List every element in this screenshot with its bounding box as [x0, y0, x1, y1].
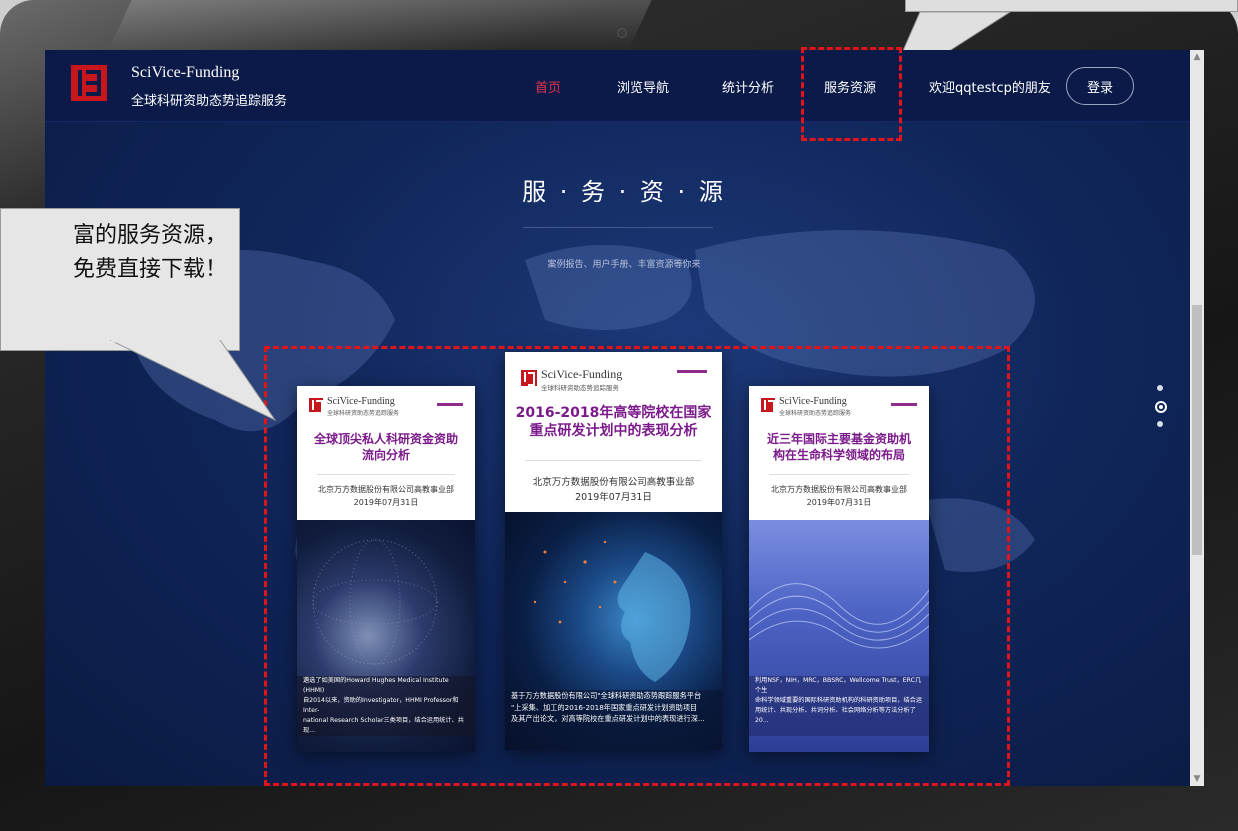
login-button[interactable]: 登录 — [1066, 67, 1134, 105]
brand-name[interactable]: SciVice-Funding — [131, 64, 239, 82]
camera-icon — [617, 28, 627, 38]
carousel-dot-icon[interactable] — [1157, 385, 1163, 391]
carousel-pagination — [1155, 385, 1167, 437]
scroll-up-icon[interactable]: ▲ — [1192, 52, 1202, 62]
nav-home[interactable]: 首页 — [535, 77, 561, 96]
bezel-shine — [108, 0, 652, 50]
highlight-box-cards — [264, 346, 1010, 786]
highlight-box-nav — [801, 47, 902, 141]
nav-browse[interactable]: 浏览导航 — [617, 77, 669, 96]
section-title: 服 · 务 · 资 · 源 — [522, 178, 726, 206]
callout-pointer-left — [109, 340, 277, 422]
title-divider — [523, 227, 713, 228]
callout-box-left: 富的服务资源， 免费直接下载！ — [0, 208, 240, 351]
welcome-text: 欢迎qqtestcp的朋友 — [929, 81, 1051, 96]
top-nav-bar: SciVice-Funding 全球科研资助态势追踪服务 首页 浏览导航 统计分… — [45, 50, 1203, 122]
scroll-down-icon[interactable]: ▼ — [1192, 774, 1202, 784]
scrollbar-thumb[interactable] — [1192, 305, 1202, 555]
page-scrollbar[interactable]: ▲ ▼ — [1190, 50, 1204, 786]
brand-subtitle: 全球科研资助态势追踪服务 — [131, 94, 288, 109]
logo-icon[interactable] — [71, 65, 107, 101]
carousel-dot-icon[interactable] — [1157, 421, 1163, 427]
callout-text: 富的服务资源， — [72, 223, 227, 248]
nav-statistics[interactable]: 统计分析 — [722, 77, 774, 96]
callout-text: 免费直接下载！ — [72, 257, 227, 283]
carousel-dot-icon-active[interactable] — [1155, 401, 1167, 413]
